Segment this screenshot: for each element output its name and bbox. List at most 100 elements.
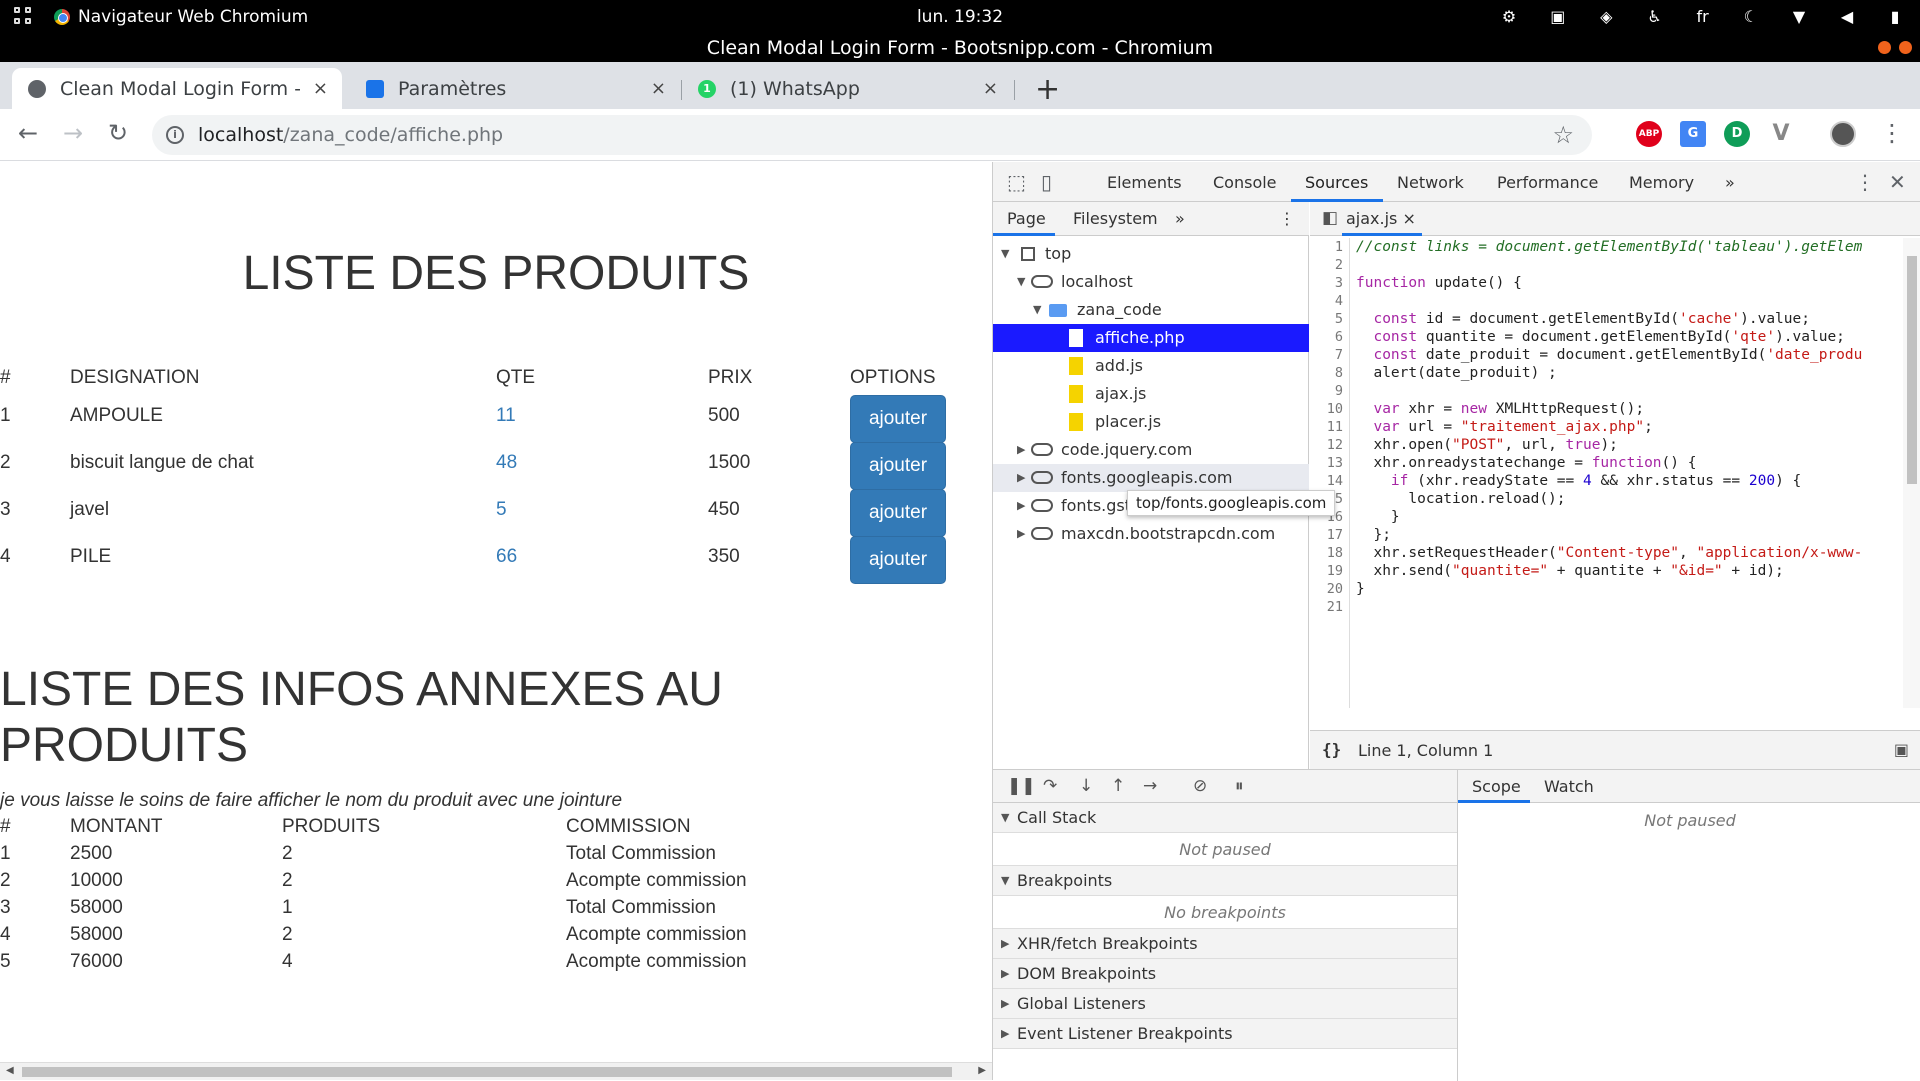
line-number[interactable]: 19 xyxy=(1310,562,1349,580)
line-number[interactable]: 6 xyxy=(1310,328,1349,346)
tab-console[interactable]: Console xyxy=(1213,173,1277,192)
vue-devtools-icon[interactable]: V xyxy=(1768,121,1794,147)
scroll-right-icon[interactable]: ▶ xyxy=(978,1065,986,1076)
tab-page[interactable]: Page xyxy=(1007,209,1046,228)
settings-tray-icon[interactable]: ⚙ xyxy=(1502,7,1516,26)
breakpoints-header[interactable]: ▼ Breakpoints xyxy=(993,866,1457,896)
line-number[interactable]: 4 xyxy=(1310,292,1349,310)
close-tab-icon[interactable]: × xyxy=(651,78,666,99)
cell-qte[interactable]: 11 xyxy=(496,405,516,427)
device-toolbar-icon[interactable]: ▯ xyxy=(1041,170,1052,194)
ajouter-button[interactable]: ajouter xyxy=(850,442,946,490)
tab-watch[interactable]: Watch xyxy=(1544,777,1594,796)
tab-network[interactable]: Network xyxy=(1397,173,1464,192)
ajouter-button[interactable]: ajouter xyxy=(850,536,946,584)
address-bar[interactable]: i localhost/zana_code/affiche.php ☆ xyxy=(152,115,1592,155)
line-number[interactable]: 5 xyxy=(1310,310,1349,328)
close-file-icon[interactable]: × xyxy=(1402,209,1415,228)
more-navigator-icon[interactable]: » xyxy=(1175,209,1185,228)
bookmark-star-icon[interactable]: ☆ xyxy=(1552,115,1574,155)
tree-item-ajax-js[interactable]: ajax.js xyxy=(993,380,1309,408)
avatar[interactable] xyxy=(1830,121,1856,147)
more-tabs-icon[interactable]: » xyxy=(1725,173,1735,192)
new-tab-button[interactable]: + xyxy=(1035,72,1060,107)
language-indicator[interactable]: fr xyxy=(1696,7,1710,26)
pause-icon[interactable]: ❚❚ xyxy=(1007,776,1036,796)
line-number[interactable]: 2 xyxy=(1310,256,1349,274)
line-number[interactable]: 3 xyxy=(1310,274,1349,292)
line-number[interactable]: 17 xyxy=(1310,526,1349,544)
editor-vertical-scrollbar[interactable] xyxy=(1903,238,1920,708)
line-number[interactable]: 8 xyxy=(1310,364,1349,382)
tree-item-zana-code[interactable]: ▼ zana_code xyxy=(993,296,1309,324)
tree-item-placer-js[interactable]: placer.js xyxy=(993,408,1309,436)
line-number[interactable]: 10 xyxy=(1310,400,1349,418)
close-tab-icon[interactable]: × xyxy=(983,78,998,99)
line-number[interactable]: 13 xyxy=(1310,454,1349,472)
line-number[interactable]: 11 xyxy=(1310,418,1349,436)
devtools-menu-icon[interactable]: ⋮ xyxy=(1855,170,1875,194)
scrollbar-thumb[interactable] xyxy=(22,1067,952,1077)
event-listener-breakpoints-header[interactable]: ▶ Event Listener Breakpoints xyxy=(993,1019,1457,1049)
step-into-icon[interactable]: ↓ xyxy=(1079,776,1093,796)
tab-elements[interactable]: Elements xyxy=(1107,173,1182,192)
step-icon[interactable]: → xyxy=(1143,776,1157,796)
tree-item-add-js[interactable]: add.js xyxy=(993,352,1309,380)
step-out-icon[interactable]: ↑ xyxy=(1111,776,1125,796)
tab-sources[interactable]: Sources xyxy=(1305,173,1368,192)
battery-icon[interactable]: ▮ xyxy=(1888,7,1902,26)
toggle-debugger-icon[interactable]: ▣ xyxy=(1894,740,1909,759)
ajouter-button[interactable]: ajouter xyxy=(850,395,946,443)
global-listeners-header[interactable]: ▶ Global Listeners xyxy=(993,989,1457,1019)
tree-item-jquery[interactable]: ▶ code.jquery.com xyxy=(993,436,1309,464)
call-stack-header[interactable]: ▼ Call Stack xyxy=(993,803,1457,833)
adblock-icon[interactable]: ABP xyxy=(1636,121,1662,147)
tree-item-googleapis[interactable]: ▶ fonts.googleapis.com xyxy=(993,464,1309,492)
tree-item-affiche-php[interactable]: affiche.php xyxy=(993,324,1309,352)
tab-scope[interactable]: Scope xyxy=(1472,777,1521,796)
tree-item-localhost[interactable]: ▼ localhost xyxy=(993,268,1309,296)
tab-filesystem[interactable]: Filesystem xyxy=(1073,209,1158,228)
line-number[interactable]: 14 xyxy=(1310,472,1349,490)
screenshot-tray-icon[interactable]: ▣ xyxy=(1550,7,1565,26)
wifi-icon[interactable]: ▼ xyxy=(1792,7,1806,26)
tree-item-top[interactable]: ▼ top xyxy=(993,240,1309,268)
navigator-menu-icon[interactable]: ⋮ xyxy=(1279,209,1295,228)
editor-tab-ajax-js[interactable]: ajax.js × xyxy=(1346,209,1416,228)
line-number[interactable]: 9 xyxy=(1310,382,1349,400)
extension-green-icon[interactable]: D xyxy=(1724,121,1750,147)
tab-performance[interactable]: Performance xyxy=(1497,173,1598,192)
ajouter-button[interactable]: ajouter xyxy=(850,489,946,537)
xhr-breakpoints-header[interactable]: ▶ XHR/fetch Breakpoints xyxy=(993,929,1457,959)
back-arrow-icon[interactable]: ← xyxy=(18,119,38,147)
tab-clean-modal[interactable]: Clean Modal Login Form - × xyxy=(12,68,342,109)
tree-item-bootstrapcdn[interactable]: ▶ maxcdn.bootstrapcdn.com xyxy=(993,520,1309,548)
tab-parametres[interactable]: Paramètres × xyxy=(350,68,680,109)
site-info-icon[interactable]: i xyxy=(166,126,184,144)
apps-tray-icon[interactable]: ◈ xyxy=(1599,7,1613,26)
forward-arrow-icon[interactable]: → xyxy=(63,119,83,147)
scrollbar-thumb[interactable] xyxy=(1907,256,1917,484)
translate-icon[interactable]: G xyxy=(1680,121,1706,147)
scroll-left-icon[interactable]: ◀ xyxy=(6,1065,14,1076)
deactivate-breakpoints-icon[interactable]: ⊘ xyxy=(1193,776,1207,796)
close-tab-icon[interactable]: × xyxy=(313,78,328,99)
close-devtools-icon[interactable]: ✕ xyxy=(1889,170,1906,194)
line-number[interactable]: 20 xyxy=(1310,580,1349,598)
tab-whatsapp[interactable]: 1 (1) WhatsApp × xyxy=(682,68,1012,109)
tab-memory[interactable]: Memory xyxy=(1629,173,1694,192)
minimize-button[interactable] xyxy=(1878,41,1891,54)
cell-qte[interactable]: 66 xyxy=(496,546,517,568)
cell-qte[interactable]: 48 xyxy=(496,452,517,474)
code-content[interactable]: //const links = document.getElementById(… xyxy=(1356,238,1901,708)
inspect-element-icon[interactable]: ⬚ xyxy=(1007,170,1026,194)
line-number[interactable]: 1 xyxy=(1310,238,1349,256)
page-horizontal-scrollbar[interactable]: ◀ ▶ xyxy=(0,1062,992,1080)
line-number[interactable]: 21 xyxy=(1310,598,1349,616)
toggle-navigator-icon[interactable]: ◧ xyxy=(1322,208,1338,228)
cell-qte[interactable]: 5 xyxy=(496,499,507,521)
line-number[interactable]: 12 xyxy=(1310,436,1349,454)
night-light-icon[interactable]: ☾ xyxy=(1744,7,1758,26)
volume-icon[interactable]: ◀ xyxy=(1840,7,1854,26)
dom-breakpoints-header[interactable]: ▶ DOM Breakpoints xyxy=(993,959,1457,989)
